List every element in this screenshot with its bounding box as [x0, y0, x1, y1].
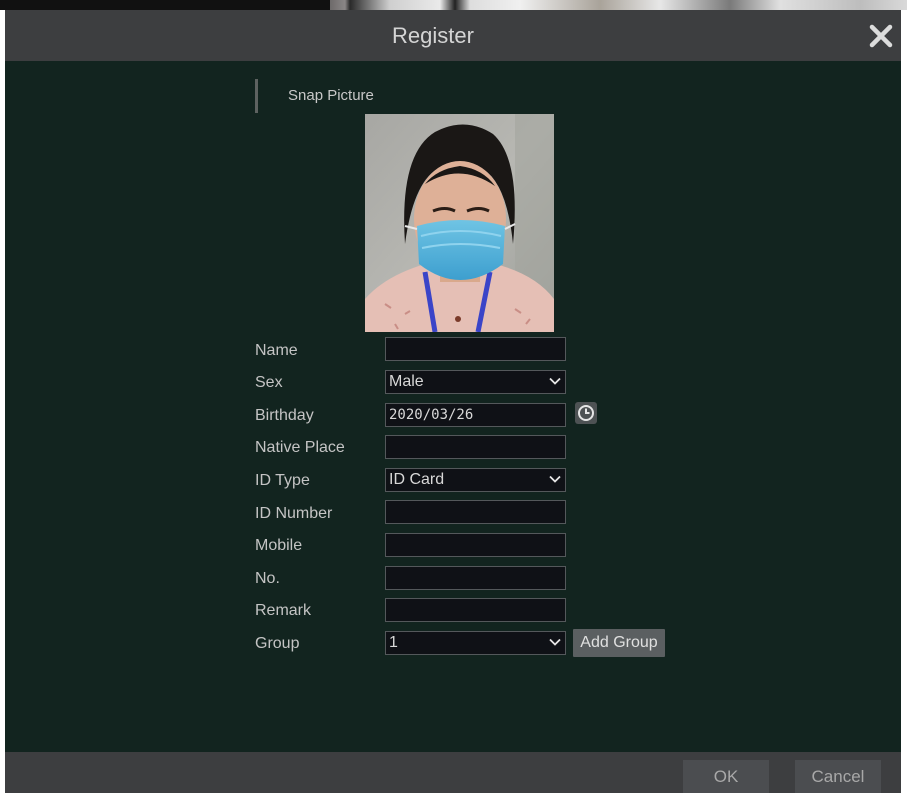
chevron-down-icon: [549, 475, 561, 483]
add-group-button[interactable]: Add Group: [573, 629, 665, 657]
id-type-label: ID Type: [255, 472, 310, 489]
sex-value: Male: [389, 373, 424, 390]
sex-select[interactable]: Male: [385, 370, 566, 394]
ok-button[interactable]: OK: [683, 760, 769, 793]
dialog-footer: OK Cancel: [5, 752, 901, 793]
calendar-button[interactable]: [575, 402, 597, 424]
sex-label: Sex: [255, 374, 283, 391]
mobile-label: Mobile: [255, 537, 303, 554]
native-place-input[interactable]: [385, 435, 566, 459]
remark-input[interactable]: [385, 598, 566, 622]
id-number-label: ID Number: [255, 505, 333, 522]
snap-picture: [365, 114, 554, 332]
close-button[interactable]: [863, 18, 899, 54]
background-video-strip: [0, 0, 907, 10]
chevron-down-icon: [549, 377, 561, 385]
group-value: 1: [389, 634, 398, 651]
close-icon: [869, 24, 893, 48]
name-label: Name: [255, 342, 298, 359]
dialog-title: Register: [392, 23, 474, 48]
remark-label: Remark: [255, 602, 312, 619]
title-bar: Register: [5, 10, 901, 61]
clock-icon: [575, 402, 597, 424]
chevron-down-icon: [549, 638, 561, 646]
native-place-label: Native Place: [255, 439, 345, 456]
id-type-value: ID Card: [389, 471, 445, 488]
no-input[interactable]: [385, 566, 566, 590]
group-label: Group: [255, 635, 300, 652]
birthday-label: Birthday: [255, 407, 314, 424]
id-number-input[interactable]: [385, 500, 566, 524]
cancel-button[interactable]: Cancel: [795, 760, 881, 793]
no-label: No.: [255, 570, 280, 587]
register-dialog: Register Snap Picture Name Sex Male Birt…: [5, 10, 901, 793]
section-title: Snap Picture: [288, 87, 374, 104]
mobile-input[interactable]: [385, 533, 566, 557]
name-input[interactable]: [385, 337, 566, 361]
birthday-input[interactable]: 2020/03/26: [385, 403, 566, 427]
group-select[interactable]: 1: [385, 631, 566, 655]
section-divider: [255, 79, 258, 113]
id-type-select[interactable]: ID Card: [385, 468, 566, 492]
